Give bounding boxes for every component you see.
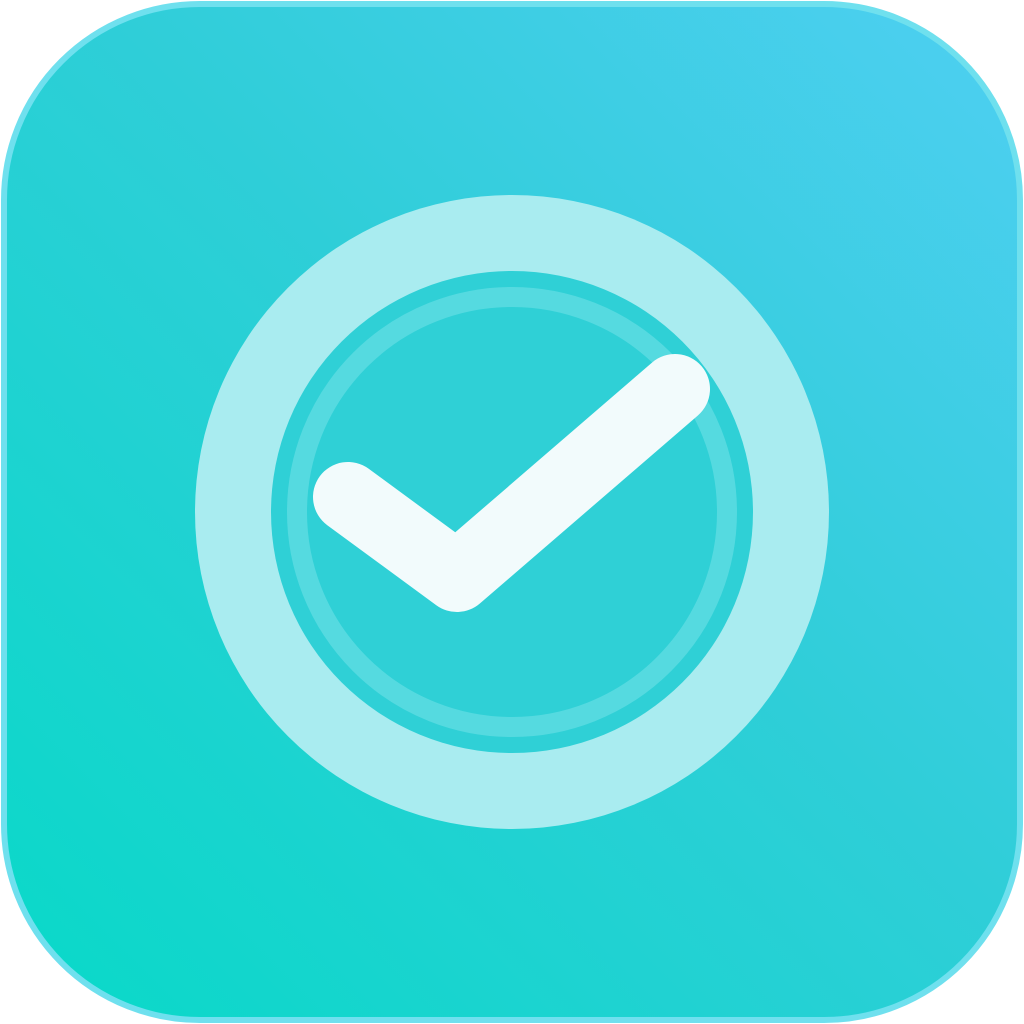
app-icon-graphic bbox=[1, 1, 1023, 1023]
app-icon bbox=[0, 0, 1024, 1024]
